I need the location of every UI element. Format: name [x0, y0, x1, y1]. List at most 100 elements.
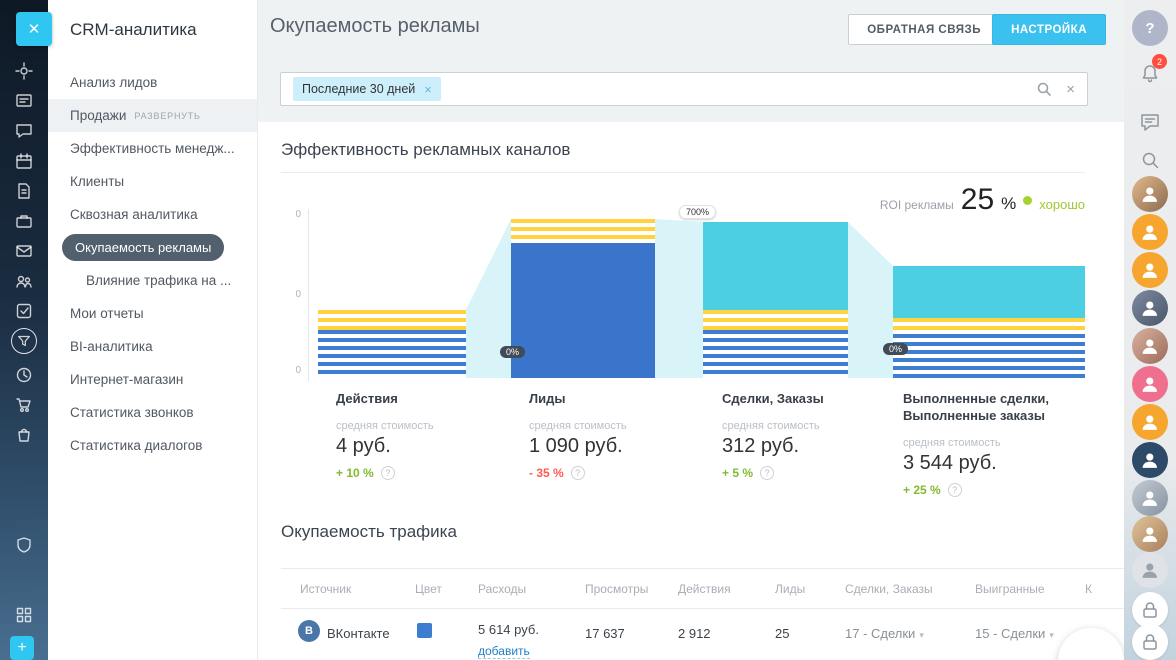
avatar[interactable]: [1132, 552, 1168, 588]
calendar-icon[interactable]: [15, 152, 33, 170]
close-menu-button[interactable]: ✕: [16, 12, 52, 46]
conversion-badge-0b: 0%: [883, 343, 908, 355]
left-app-rail: ✕ +: [0, 0, 48, 660]
analytics-funnel-icon[interactable]: [11, 328, 37, 354]
search-panel-icon[interactable]: [1132, 142, 1168, 178]
funnel-chart: 0 0 0 700% 0% 0%: [281, 205, 1108, 381]
messenger-icon[interactable]: [15, 122, 33, 140]
filter-clear-icon[interactable]: ×: [1066, 81, 1075, 98]
sidebar-menu: Анализ лидов ПродажиРАЗВЕРНУТЬ Эффективн…: [48, 66, 257, 462]
cell-expenses: 5 614 руб.: [478, 622, 539, 637]
tasks-icon[interactable]: [15, 302, 33, 320]
help-question-icon[interactable]: ?: [948, 483, 962, 497]
bar-won-blue: [893, 334, 1085, 378]
settings-button[interactable]: НАСТРОЙКА: [992, 14, 1106, 45]
help-question-icon[interactable]: ?: [381, 466, 395, 480]
help-question-icon[interactable]: ?: [571, 466, 585, 480]
chevron-down-icon: ▾: [1049, 630, 1054, 640]
cell-won[interactable]: 15 - Сделки▾: [975, 626, 1054, 641]
filter-search-bar[interactable]: Последние 30 дней × ×: [280, 72, 1088, 106]
sidebar-item-manager-efficiency[interactable]: Эффективность менедж...: [48, 132, 257, 165]
expand-label[interactable]: РАЗВЕРНУТЬ: [134, 111, 200, 121]
roi-status-dot: [1023, 196, 1032, 205]
sidebar-item-traffic-influence[interactable]: Влияние трафика на ...: [48, 264, 257, 297]
close-icon: ✕: [28, 20, 41, 38]
avg-cost-value: 4 руб.: [336, 435, 522, 458]
sidebar-item-end-to-end-analytics[interactable]: Сквозная аналитика: [48, 198, 257, 231]
col-header-deals[interactable]: Сделки, Заказы: [845, 582, 933, 596]
add-button[interactable]: +: [10, 636, 34, 660]
col-header-won[interactable]: Выигранные: [975, 582, 1045, 596]
security-shield-icon[interactable]: [15, 536, 33, 554]
avg-cost-label: средняя стоимость: [336, 420, 522, 432]
avg-cost-label: средняя стоимость: [529, 420, 715, 432]
sidebar-item-sales[interactable]: ПродажиРАЗВЕРНУТЬ: [48, 99, 257, 132]
avg-cost-label: средняя стоимость: [903, 437, 1089, 449]
delta-value: + 10 %: [336, 466, 374, 480]
avg-cost-label: средняя стоимость: [722, 420, 908, 432]
cell-deals[interactable]: 17 - Сделки▾: [845, 626, 924, 641]
documents-icon[interactable]: [15, 182, 33, 200]
avatar[interactable]: [1132, 252, 1168, 288]
help-question-icon[interactable]: ?: [760, 466, 774, 480]
col-header-cut[interactable]: К: [1085, 582, 1092, 596]
sidebar-item-clients[interactable]: Клиенты: [48, 165, 257, 198]
table-rule: [281, 608, 1124, 609]
sidebar-title: CRM-аналитика: [48, 20, 257, 40]
live-feed-icon[interactable]: [15, 62, 33, 80]
bar-deals-teal: [703, 222, 848, 310]
mail-icon[interactable]: [15, 242, 33, 260]
time-icon[interactable]: [15, 366, 33, 384]
bar-leads-blue: [511, 243, 655, 378]
col-header-source[interactable]: Источник: [300, 582, 351, 596]
search-icon[interactable]: [1036, 81, 1052, 97]
add-expenses-link[interactable]: добавить: [478, 644, 530, 659]
avatar[interactable]: [1132, 516, 1168, 552]
col-header-leads[interactable]: Лиды: [775, 582, 805, 596]
avatar[interactable]: [1132, 404, 1168, 440]
bar-leads-yellow: [511, 219, 655, 243]
sidebar-item-lead-analysis[interactable]: Анализ лидов: [48, 66, 257, 99]
col-header-actions[interactable]: Действия: [678, 582, 731, 596]
avatar[interactable]: [1132, 366, 1168, 402]
bar-won-teal: [893, 266, 1085, 318]
market-bag-icon[interactable]: [15, 426, 33, 444]
widgets-grid-icon[interactable]: [15, 606, 33, 624]
col-header-views[interactable]: Просмотры: [585, 582, 648, 596]
avatar[interactable]: [1132, 480, 1168, 516]
avatar[interactable]: [1132, 442, 1168, 478]
avatar[interactable]: [1132, 176, 1168, 212]
news-icon[interactable]: [15, 92, 33, 110]
conversion-badge-0a: 0%: [500, 346, 525, 358]
page-title: Окупаемость рекламы: [270, 15, 480, 38]
avatar[interactable]: [1132, 290, 1168, 326]
sidebar-item-call-statistics[interactable]: Статистика звонков: [48, 396, 257, 429]
sidebar-item-online-store[interactable]: Интернет-магазин: [48, 363, 257, 396]
lock-icon[interactable]: [1132, 592, 1168, 628]
feedback-button[interactable]: ОБРАТНАЯ СВЯЗЬ: [848, 14, 1000, 45]
sidebar-item-ad-payback[interactable]: Окупаемость рекламы: [48, 231, 257, 264]
tag-remove-icon[interactable]: ×: [424, 82, 432, 97]
col-header-expenses[interactable]: Расходы: [478, 582, 526, 596]
bar-actions-blue: [318, 330, 466, 378]
lock-icon[interactable]: [1132, 624, 1168, 660]
drive-icon[interactable]: [15, 212, 33, 230]
vk-source-icon: B: [298, 620, 320, 642]
chat-panel-icon[interactable]: [1132, 104, 1168, 140]
help-button[interactable]: ?: [1132, 10, 1168, 46]
col-header-color[interactable]: Цвет: [415, 582, 442, 596]
sidebar-item-my-reports[interactable]: Мои отчеты: [48, 297, 257, 330]
shop-cart-icon[interactable]: [15, 396, 33, 414]
stage-won: Выполненные сделки, Выполненные заказы с…: [903, 390, 1089, 497]
avatar[interactable]: [1132, 328, 1168, 364]
sidebar-item-bi-analytics[interactable]: BI-аналитика: [48, 330, 257, 363]
stage-name: Лиды: [529, 390, 715, 407]
sidebar-item-dialog-statistics[interactable]: Статистика диалогов: [48, 429, 257, 462]
crm-icon[interactable]: [15, 272, 33, 290]
color-swatch[interactable]: [417, 623, 432, 638]
avg-cost-value: 3 544 руб.: [903, 452, 1089, 475]
avatar[interactable]: [1132, 214, 1168, 250]
cell-source: ВКонтакте: [327, 626, 390, 641]
right-communication-rail: ? 2: [1124, 0, 1176, 660]
filter-tag-last-30-days[interactable]: Последние 30 дней ×: [293, 77, 441, 101]
